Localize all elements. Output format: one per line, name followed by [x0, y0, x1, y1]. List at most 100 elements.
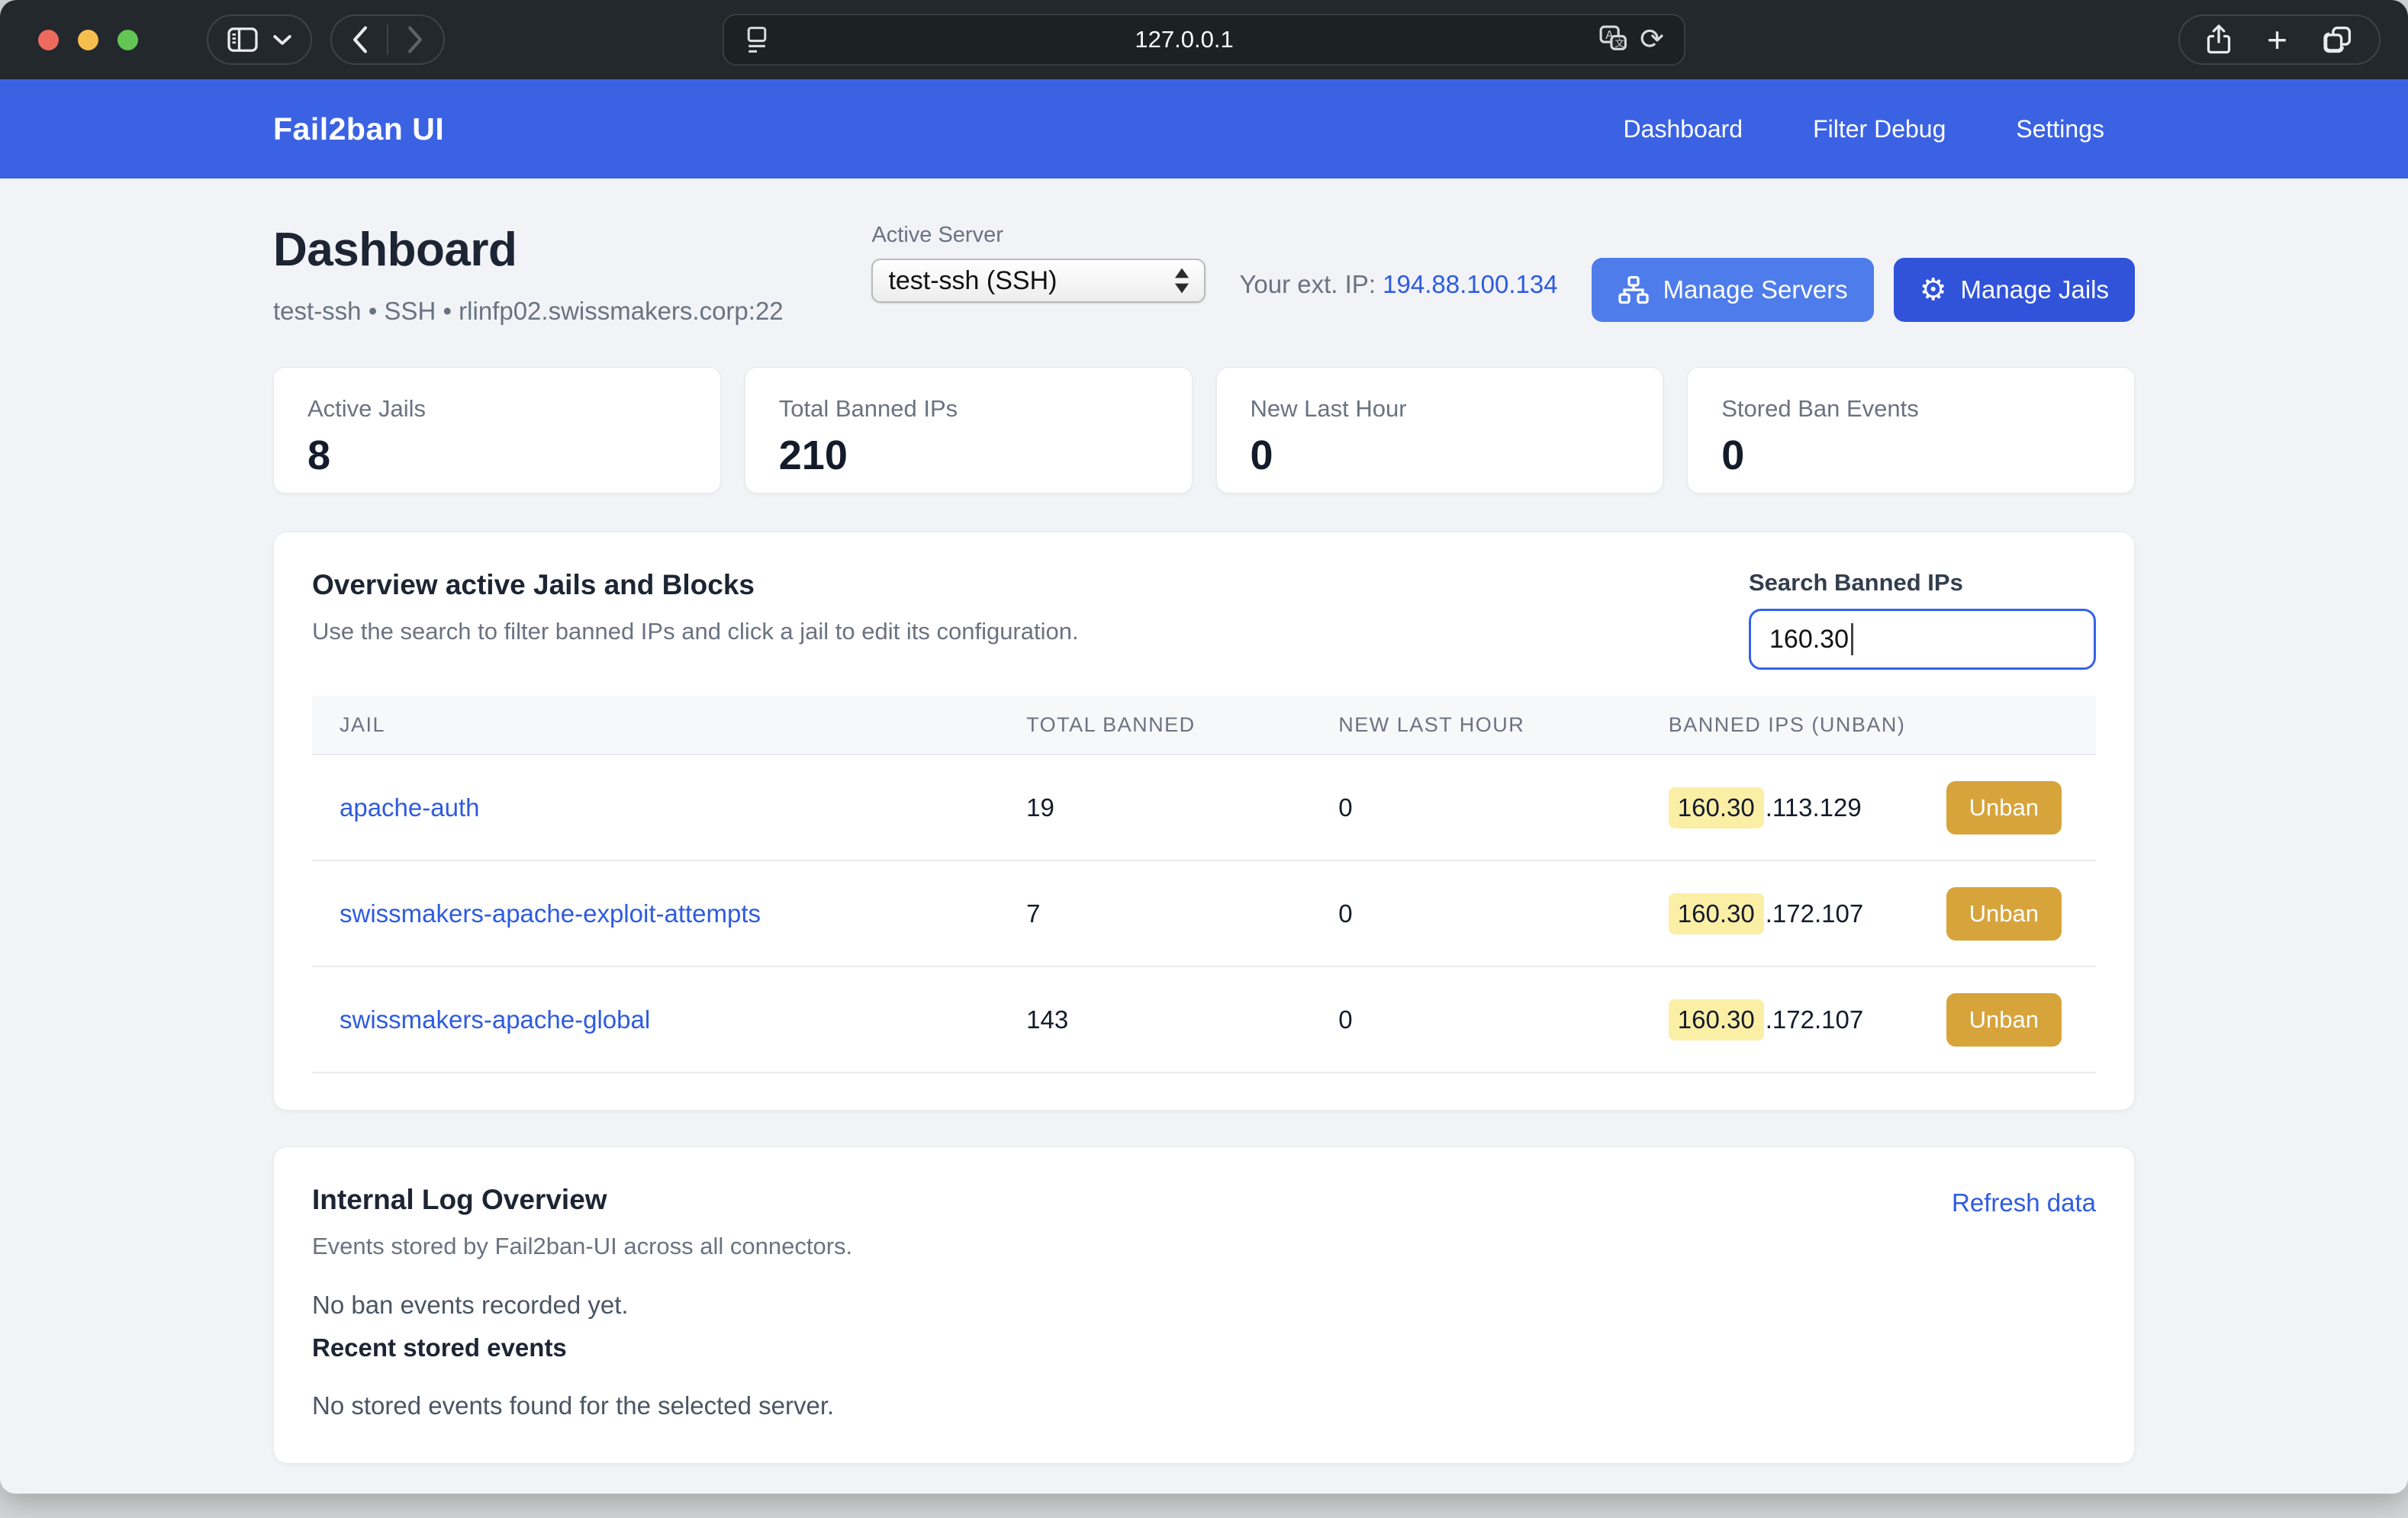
- page-subtitle: test-ssh • SSH • rlinfp02.swissmakers.co…: [273, 297, 784, 326]
- app-navbar: Fail2ban UI Dashboard Filter Debug Setti…: [0, 79, 2408, 178]
- column-header-banned-ips: BANNED IPS (UNBAN): [1641, 713, 2096, 737]
- browser-chrome: 127.0.0.1 A 文 ⟳: [0, 0, 2408, 79]
- divider: [387, 24, 388, 55]
- log-title: Internal Log Overview: [312, 1184, 852, 1216]
- ip-match-highlight: 160.30: [1669, 999, 1764, 1040]
- minimize-button[interactable]: [78, 30, 98, 50]
- active-server-label: Active Server: [871, 223, 1206, 248]
- overview-panel: Overview active Jails and Blocks Use the…: [273, 532, 2135, 1111]
- jail-link[interactable]: swissmakers-apache-global: [340, 1005, 650, 1034]
- forward-icon[interactable]: [401, 21, 430, 59]
- unban-button[interactable]: Unban: [1946, 781, 2062, 835]
- sidebar-icon: [227, 26, 259, 53]
- stat-card-new-last-hour: New Last Hour 0: [1216, 367, 1664, 494]
- ip-rest: .113.129: [1766, 793, 1862, 822]
- app-brand: Fail2ban UI: [273, 111, 444, 147]
- stat-card-stored-events: Stored Ban Events 0: [1687, 367, 2135, 494]
- text-cursor: [1851, 623, 1853, 655]
- column-header-total-banned: TOTAL BANNED: [999, 713, 1311, 737]
- traffic-lights: [38, 30, 138, 50]
- sitemap-icon: [1618, 275, 1650, 305]
- external-ip: Your ext. IP: 194.88.100.134: [1239, 270, 1557, 299]
- share-icon[interactable]: [2206, 24, 2232, 56]
- total-banned-value: 7: [999, 899, 1311, 928]
- search-block: Search Banned IPs 160.30: [1749, 569, 2096, 670]
- sidebar-toggle[interactable]: [207, 14, 312, 65]
- search-input-value: 160.30: [1769, 625, 1849, 654]
- overview-title: Overview active Jails and Blocks: [312, 569, 1079, 601]
- select-stepper-icon: [1170, 265, 1193, 296]
- stat-value: 0: [1721, 432, 2101, 479]
- refresh-data-link[interactable]: Refresh data: [1952, 1188, 2096, 1217]
- new-tab-icon[interactable]: +: [2267, 22, 2287, 57]
- stat-card-active-jails: Active Jails 8: [273, 367, 721, 494]
- banned-ip-cell: 160.30 .172.107 Unban: [1641, 993, 2096, 1047]
- zoom-button[interactable]: [118, 30, 138, 50]
- unban-button[interactable]: Unban: [1946, 993, 2062, 1047]
- banned-ip-cell: 160.30 .113.129 Unban: [1641, 781, 2096, 835]
- column-header-new-last-hour: NEW LAST HOUR: [1311, 713, 1641, 737]
- column-header-jail: JAIL: [312, 713, 999, 737]
- log-subtitle: Events stored by Fail2ban-UI across all …: [312, 1233, 852, 1260]
- manage-jails-label: Manage Jails: [1961, 275, 2109, 304]
- new-last-hour-value: 0: [1311, 899, 1641, 928]
- new-last-hour-value: 0: [1311, 793, 1641, 822]
- gear-icon: ⚙: [1920, 275, 1947, 305]
- page-title: Dashboard: [273, 223, 784, 277]
- jail-link[interactable]: swissmakers-apache-exploit-attempts: [340, 899, 761, 928]
- reload-icon[interactable]: ⟳: [1640, 25, 1664, 54]
- title-block: Dashboard test-ssh • SSH • rlinfp02.swis…: [273, 223, 784, 326]
- nav-links: Dashboard Filter Debug Settings: [1624, 115, 2104, 143]
- table-row: apache-auth 19 0 160.30 .113.129 Unban: [312, 755, 2096, 861]
- page-settings-icon[interactable]: [744, 24, 770, 55]
- stat-card-total-banned: Total Banned IPs 210: [745, 367, 1193, 494]
- svg-text:文: 文: [1615, 37, 1624, 49]
- jail-link[interactable]: apache-auth: [340, 793, 479, 822]
- table-row: swissmakers-apache-global 143 0 160.30 .…: [312, 967, 2096, 1073]
- translate-icon[interactable]: A 文: [1598, 24, 1629, 55]
- nav-link-settings[interactable]: Settings: [2016, 115, 2104, 143]
- history-navigation: [330, 14, 445, 65]
- new-last-hour-value: 0: [1311, 1005, 1641, 1034]
- banned-ip-cell: 160.30 .172.107 Unban: [1641, 887, 2096, 941]
- stat-value: 0: [1251, 432, 1630, 479]
- manage-servers-button[interactable]: Manage Servers: [1592, 258, 1874, 322]
- overview-subtitle: Use the search to filter banned IPs and …: [312, 618, 1079, 645]
- close-button[interactable]: [38, 30, 59, 50]
- url-text: 127.0.0.1: [770, 26, 1598, 53]
- stat-label: Active Jails: [307, 395, 687, 423]
- search-banned-ips-input[interactable]: 160.30: [1749, 609, 2096, 670]
- external-ip-label: Your ext. IP:: [1239, 270, 1376, 298]
- table-header-row: JAIL TOTAL BANNED NEW LAST HOUR BANNED I…: [312, 696, 2096, 755]
- stat-label: Stored Ban Events: [1721, 395, 2101, 423]
- recent-stored-events-title: Recent stored events: [312, 1333, 2096, 1362]
- no-stored-events-message: No stored events found for the selected …: [312, 1391, 2096, 1420]
- stat-value: 210: [779, 432, 1158, 479]
- window-actions: +: [2178, 14, 2381, 65]
- log-titles: Internal Log Overview Events stored by F…: [312, 1184, 852, 1260]
- tab-overview-icon[interactable]: [2323, 24, 2353, 55]
- active-server-select[interactable]: test-ssh (SSH): [871, 259, 1206, 303]
- stat-value: 8: [307, 432, 687, 479]
- nav-link-dashboard[interactable]: Dashboard: [1624, 115, 1743, 143]
- ip-rest: .172.107: [1766, 1005, 1863, 1034]
- no-ban-events-message: No ban events recorded yet.: [312, 1291, 2096, 1320]
- browser-window: 127.0.0.1 A 文 ⟳: [0, 0, 2408, 1494]
- page-body: Dashboard test-ssh • SSH • rlinfp02.swis…: [0, 178, 2408, 1494]
- manage-jails-button[interactable]: ⚙ Manage Jails: [1894, 258, 2135, 322]
- active-server-value: test-ssh (SSH): [888, 266, 1057, 296]
- total-banned-value: 143: [999, 1005, 1311, 1034]
- stat-label: Total Banned IPs: [779, 395, 1158, 423]
- ip-rest: .172.107: [1766, 899, 1863, 928]
- back-icon[interactable]: [346, 21, 375, 59]
- address-bar[interactable]: 127.0.0.1 A 文 ⟳: [723, 14, 1685, 66]
- ip-match-highlight: 160.30: [1669, 893, 1764, 934]
- unban-button[interactable]: Unban: [1946, 887, 2062, 941]
- chevron-down-icon: [272, 33, 292, 47]
- external-ip-value[interactable]: 194.88.100.134: [1383, 270, 1557, 298]
- search-banned-ips-label: Search Banned IPs: [1749, 569, 2096, 597]
- ip-match-highlight: 160.30: [1669, 787, 1764, 828]
- table-row: swissmakers-apache-exploit-attempts 7 0 …: [312, 861, 2096, 967]
- nav-link-filter-debug[interactable]: Filter Debug: [1813, 115, 1946, 143]
- active-server-block: Active Server test-ssh (SSH): [871, 223, 1206, 303]
